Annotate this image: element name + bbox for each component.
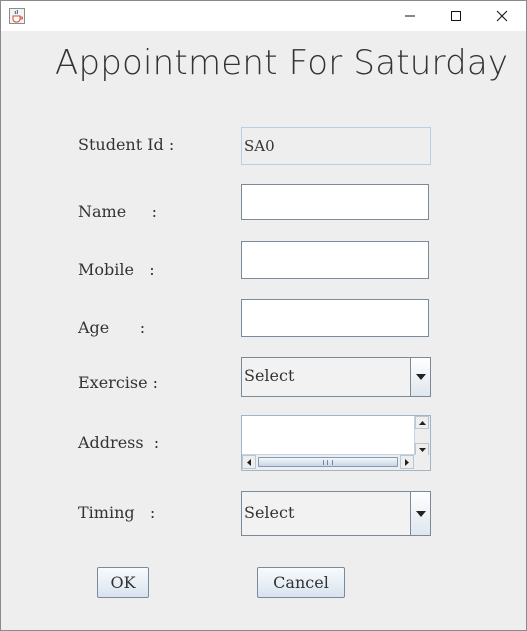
timing-label: Timing : bbox=[78, 503, 156, 522]
age-field[interactable] bbox=[241, 299, 429, 337]
maximize-icon bbox=[451, 11, 461, 21]
grip-icon bbox=[323, 460, 333, 465]
appointment-window: Appointment For Saturday Student Id : SA… bbox=[0, 0, 527, 631]
arrow-up-icon bbox=[418, 420, 426, 425]
java-cup-icon bbox=[9, 8, 25, 24]
exercise-dropdown-arrow[interactable] bbox=[410, 358, 430, 396]
maximize-button[interactable] bbox=[433, 1, 479, 31]
close-button[interactable] bbox=[479, 1, 525, 31]
cancel-button[interactable]: Cancel bbox=[257, 567, 345, 598]
timing-selected: Select bbox=[244, 503, 295, 522]
address-textarea[interactable] bbox=[241, 415, 431, 471]
mobile-field[interactable] bbox=[241, 241, 429, 279]
name-label: Name : bbox=[78, 202, 157, 221]
minimize-icon bbox=[405, 15, 415, 17]
age-label: Age : bbox=[78, 318, 146, 337]
title-bar[interactable] bbox=[1, 1, 526, 31]
timing-dropdown[interactable]: Select bbox=[241, 491, 431, 536]
student-id-label: Student Id : bbox=[78, 135, 175, 154]
arrow-right-icon bbox=[405, 458, 409, 466]
mobile-label: Mobile : bbox=[78, 260, 155, 279]
horizontal-scroll-thumb[interactable] bbox=[258, 457, 398, 467]
close-icon bbox=[496, 10, 508, 22]
timing-dropdown-arrow[interactable] bbox=[410, 492, 430, 535]
chevron-down-icon bbox=[415, 374, 426, 380]
address-label: Address : bbox=[78, 433, 160, 452]
ok-button[interactable]: OK bbox=[97, 567, 149, 598]
exercise-label: Exercise : bbox=[78, 373, 159, 392]
address-vertical-scrollbar[interactable] bbox=[414, 416, 430, 456]
page-title: Appointment For Saturday bbox=[55, 43, 509, 83]
arrow-down-icon bbox=[418, 447, 426, 452]
arrow-left-icon bbox=[247, 458, 251, 466]
student-id-value: SA0 bbox=[244, 137, 275, 155]
name-field[interactable] bbox=[241, 184, 429, 220]
chevron-down-icon bbox=[415, 510, 426, 517]
scroll-left-button[interactable] bbox=[242, 455, 256, 469]
minimize-button[interactable] bbox=[387, 1, 433, 31]
exercise-dropdown[interactable]: Select bbox=[241, 357, 431, 397]
scroll-up-button[interactable] bbox=[415, 416, 429, 429]
address-horizontal-scrollbar[interactable] bbox=[242, 454, 416, 470]
scroll-right-button[interactable] bbox=[400, 455, 414, 469]
student-id-field: SA0 bbox=[241, 127, 431, 165]
scroll-corner bbox=[415, 455, 430, 470]
exercise-selected: Select bbox=[244, 366, 295, 385]
